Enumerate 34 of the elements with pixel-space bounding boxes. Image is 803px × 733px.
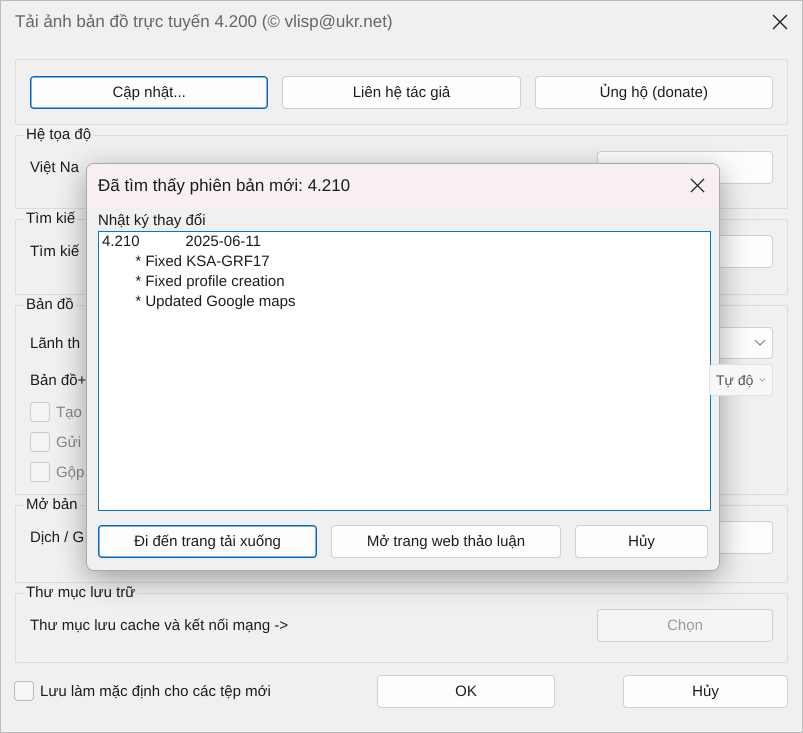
checkbox-label: Lưu làm mặc định cho các tệp mới — [40, 682, 271, 700]
translate-label: Dịch / G — [30, 528, 84, 546]
action-button[interactable]: Cập nhật... — [30, 76, 268, 108]
territory-label: Lãnh th — [30, 334, 80, 352]
checkbox-label: Tạo — [56, 404, 82, 420]
ok-button[interactable]: OK — [377, 674, 555, 708]
dialog-title: Đã tìm thấy phiên bản mới: 4.210 — [98, 176, 350, 196]
changelog-label: Nhật ký thay đổi — [98, 211, 207, 231]
checkbox[interactable] — [14, 681, 34, 701]
changelog-line: * Updated Google maps — [134, 292, 296, 312]
window-title: Tải ảnh bản đồ trực tuyến 4.200 (© vlisp@ukr.net) — [15, 12, 393, 32]
group-title: Thư mục lưu trữ — [24, 584, 138, 601]
dialog-button[interactable]: Hủy — [575, 525, 708, 558]
cache-folder-label: Thư mục lưu cache và kết nối mạng -> — [30, 616, 288, 634]
changelog-line: * Fixed profile creation — [134, 272, 286, 292]
dialog-button[interactable]: Đi đến trang tải xuống — [98, 525, 317, 558]
map-label: Bản đồ+ — [30, 372, 86, 388]
action-button[interactable]: Liên hệ tác giả — [282, 76, 521, 108]
changelog-line: 4.210 2025-06-11 — [102, 232, 262, 252]
changelog-box[interactable]: 4.210 2025-06-11 * Fixed KSA-GRF17 * Fixed profile creation * Updated Google maps — [98, 231, 711, 511]
chevron-down-icon — [759, 376, 766, 384]
close-icon[interactable] — [772, 14, 788, 30]
action-button[interactable]: Ủng hộ (donate) — [534, 76, 773, 108]
coordinate-system-label: Việt Na — [30, 158, 79, 176]
changelog-line: * Fixed KSA-GRF17 — [134, 252, 271, 272]
group-title: Hệ tọa độ — [24, 126, 94, 143]
cancel-button[interactable]: Hủy — [623, 674, 788, 708]
dialog-button[interactable]: Mở trang web thảo luận — [331, 525, 561, 558]
mode-select[interactable]: Tự độ — [709, 364, 773, 396]
checkbox-label: Gộp — [56, 464, 84, 480]
checkbox-label: Gửi — [56, 434, 82, 450]
chevron-down-icon — [754, 339, 766, 347]
search-label: Tìm kiế — [30, 242, 80, 260]
close-icon[interactable] — [690, 178, 705, 193]
